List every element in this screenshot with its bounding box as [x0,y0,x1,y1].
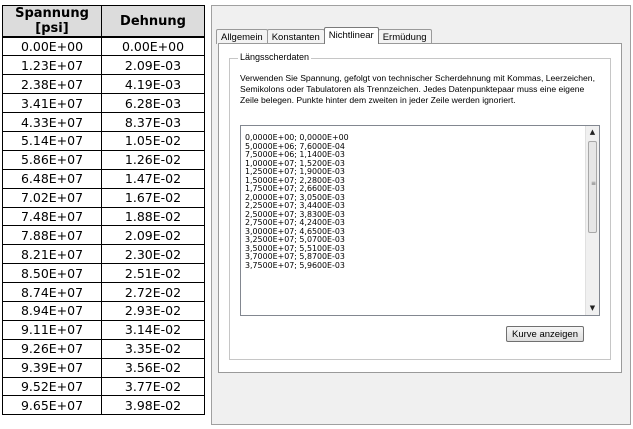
stress-cell: 0.00E+00 [2,36,102,57]
strain-cell: 1.47E-02 [101,168,205,189]
stress-cell: 9.11E+07 [2,319,102,340]
scroll-thumb[interactable]: ≡ [588,141,597,233]
table-row: 3.41E+07 6.28E-03 [2,93,205,114]
table-row: 9.52E+07 3.77E-02 [2,376,205,397]
data-input-textarea[interactable]: 0,0000E+00; 0,0000E+00 5,0000E+06; 7,6000… [240,125,600,316]
strain-cell: 3.35E-02 [101,338,205,359]
strain-cell: 1.67E-02 [101,187,205,208]
strain-cell: 2.72E-02 [101,282,205,302]
strain-cell: 0.00E+00 [101,36,205,57]
table-row: 8.94E+07 2.93E-02 [2,300,205,321]
tab-2[interactable]: Konstanten [266,29,325,44]
strain-cell: 1.88E-02 [101,206,205,227]
tab-bar: Allgemein Konstanten Nichtlinear Ermüdung [216,27,432,44]
table-row: 8.74E+07 2.72E-02 [2,282,205,302]
stress-cell: 6.48E+07 [2,168,102,189]
stress-cell: 2.38E+07 [2,74,102,95]
strain-cell: 3.98E-02 [101,395,205,416]
tab-panel-nonlinear: Längsscherdaten Verwenden Sie Spannung, … [218,43,622,373]
stress-cell: 7.48E+07 [2,206,102,227]
table-row: 6.48E+07 1.47E-02 [2,168,205,189]
stress-cell: 8.74E+07 [2,282,102,302]
column-header-stress: Spannung [psi] [2,5,102,38]
strain-cell: 2.09E-02 [101,225,205,246]
stress-cell: 9.39E+07 [2,357,102,378]
strain-cell: 2.93E-02 [101,300,205,321]
strain-cell: 2.51E-02 [101,263,205,284]
stress-cell: 3.41E+07 [2,93,102,114]
stress-cell: 8.21E+07 [2,244,102,265]
scroll-down-icon[interactable]: ▼ [586,302,599,315]
vertical-scrollbar[interactable]: ▲ ≡ ▼ [585,126,599,315]
stress-cell: 5.86E+07 [2,149,102,170]
data-line: 3,7500E+07; 5,9600E-03 [245,260,345,270]
shear-data-group: Längsscherdaten Verwenden Sie Spannung, … [229,52,611,360]
stress-cell: 8.94E+07 [2,300,102,321]
stress-cell: 9.26E+07 [2,338,102,359]
table-row: 5.86E+07 1.26E-02 [2,149,205,170]
data-lines: 0,0000E+00; 0,0000E+00 5,0000E+06; 7,6000… [245,133,575,270]
stress-cell: 5.14E+07 [2,130,102,151]
table-row: 5.14E+07 1.05E-02 [2,130,205,151]
group-title: Längsscherdaten [238,52,312,62]
stress-cell: 8.50E+07 [2,263,102,284]
table-row: 0.00E+00 0.00E+00 [2,36,205,57]
tab-1[interactable]: Allgemein [216,29,268,44]
instructions-text: Verwenden Sie Spannung, gefolgt von tech… [240,73,595,105]
strain-cell: 3.14E-02 [101,319,205,340]
strain-cell: 2.09E-03 [101,55,205,76]
table-row: 9.65E+07 3.98E-02 [2,395,205,416]
stress-cell: 9.52E+07 [2,376,102,397]
show-curve-button[interactable]: Kurve anzeigen [506,326,584,342]
table-row: 9.26E+07 3.35E-02 [2,338,205,359]
column-header-strain: Dehnung [101,5,205,38]
tab-3[interactable]: Nichtlinear [323,27,379,44]
strain-cell: 6.28E-03 [101,93,205,114]
table-row: 9.39E+07 3.56E-02 [2,357,205,378]
table-row: 4.33E+07 8.37E-03 [2,112,205,132]
table-row: 7.48E+07 1.88E-02 [2,206,205,227]
data-table: Spannung [psi] Dehnung 0.00E+00 0.00E+00 1… [2,5,205,416]
table-row: 7.02E+07 1.67E-02 [2,187,205,208]
strain-cell: 1.05E-02 [101,130,205,151]
table-row: 7.88E+07 2.09E-02 [2,225,205,246]
table-row: 8.50E+07 2.51E-02 [2,263,205,284]
tab-4[interactable]: Ermüdung [377,29,432,44]
table-row: 8.21E+07 2.30E-02 [2,244,205,265]
table-row: 2.38E+07 4.19E-03 [2,74,205,95]
strain-cell: 2.30E-02 [101,244,205,265]
stress-cell: 7.88E+07 [2,225,102,246]
scroll-up-icon[interactable]: ▲ [586,126,599,139]
table-row: 1.23E+07 2.09E-03 [2,55,205,76]
table-header-row: Spannung [psi] Dehnung [2,5,205,38]
strain-cell: 3.77E-02 [101,376,205,397]
grip-icon: ≡ [591,180,597,187]
table-body: 0.00E+00 0.00E+00 1.23E+07 2.09E-03 2.38E+07… [2,36,205,416]
stress-cell: 9.65E+07 [2,395,102,416]
strain-cell: 1.26E-02 [101,149,205,170]
table-row: 9.11E+07 3.14E-02 [2,319,205,340]
material-dialog: Allgemein Konstanten Nichtlinear Ermüdung L… [211,5,631,425]
strain-cell: 8.37E-03 [101,112,205,132]
stress-cell: 4.33E+07 [2,112,102,132]
strain-cell: 4.19E-03 [101,74,205,95]
strain-cell: 3.56E-02 [101,357,205,378]
stress-cell: 7.02E+07 [2,187,102,208]
stress-cell: 1.23E+07 [2,55,102,76]
